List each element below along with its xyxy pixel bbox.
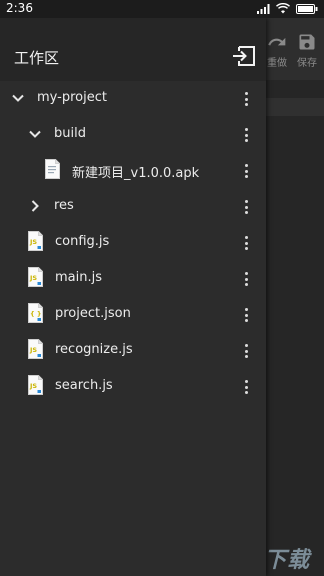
tree-file-main-js[interactable]: JS main.js: [0, 261, 266, 297]
tree-item-label: recognize.js: [55, 342, 133, 357]
more-options-icon[interactable]: [240, 235, 254, 251]
tree-item-label: build: [54, 126, 86, 141]
redo-label: 重做: [267, 58, 287, 69]
more-options-icon[interactable]: [240, 127, 254, 143]
js-file-icon: JS: [28, 339, 43, 359]
tree-item-label: search.js: [55, 378, 113, 393]
tree-folder-build[interactable]: build: [0, 117, 266, 153]
tree-folder-my-project[interactable]: my-project: [0, 81, 266, 117]
status-time: 2:36: [6, 1, 33, 15]
exit-icon[interactable]: [231, 45, 257, 67]
more-options-icon[interactable]: [240, 91, 254, 107]
save-button[interactable]: 保存: [292, 32, 322, 69]
wifi-icon: [276, 3, 290, 14]
battery-icon: [296, 3, 318, 14]
save-label: 保存: [297, 58, 317, 69]
save-icon: [299, 34, 315, 50]
tree-item-label: my-project: [37, 90, 107, 105]
js-file-icon: JS: [28, 375, 43, 395]
tree-item-label: main.js: [55, 270, 102, 285]
more-options-icon[interactable]: [240, 343, 254, 359]
js-file-icon: JS: [28, 267, 43, 287]
tree-file-project-json[interactable]: { } project.json: [0, 297, 266, 333]
more-options-icon[interactable]: [240, 307, 254, 323]
drawer-header: 工作区: [0, 18, 266, 81]
tree-folder-res[interactable]: res: [0, 189, 266, 225]
svg-text:JS: JS: [29, 382, 37, 390]
tree-file-search-js[interactable]: JS search.js: [0, 369, 266, 405]
svg-text:JS: JS: [29, 238, 37, 246]
status-bar: 2:36: [0, 0, 324, 18]
js-file-icon: JS: [28, 231, 43, 251]
more-options-icon[interactable]: [240, 271, 254, 287]
tree-item-label: res: [54, 198, 74, 213]
apk-file-icon: [45, 159, 60, 179]
tree-item-label: config.js: [55, 234, 110, 249]
tree-item-label: 新建项目_v1.0.0.apk: [72, 166, 200, 181]
chevron-down-icon[interactable]: [28, 127, 42, 141]
json-file-icon: { }: [28, 303, 43, 323]
tree-item-label: project.json: [55, 306, 131, 321]
drawer-title: 工作区: [14, 49, 60, 67]
svg-text:JS: JS: [29, 346, 37, 354]
tree-file-v1-0-0-apk[interactable]: 新建项目_v1.0.0.apk: [0, 153, 266, 189]
redo-icon: [268, 37, 286, 46]
chevron-right-icon[interactable]: [28, 199, 42, 213]
signal-icon: [257, 3, 270, 14]
workspace-drawer: 工作区 my-project build 新建项目_v1.0.0.apkres JS c…: [0, 18, 266, 576]
tree-file-config-js[interactable]: JS config.js: [0, 225, 266, 261]
svg-text:JS: JS: [29, 274, 37, 282]
more-options-icon[interactable]: [240, 379, 254, 395]
chevron-down-icon[interactable]: [11, 91, 25, 105]
more-options-icon[interactable]: [240, 163, 254, 179]
more-options-icon[interactable]: [240, 199, 254, 215]
svg-text:{ }: { }: [30, 310, 42, 318]
tree-file-recognize-js[interactable]: JS recognize.js: [0, 333, 266, 369]
redo-button[interactable]: 重做: [262, 32, 292, 69]
